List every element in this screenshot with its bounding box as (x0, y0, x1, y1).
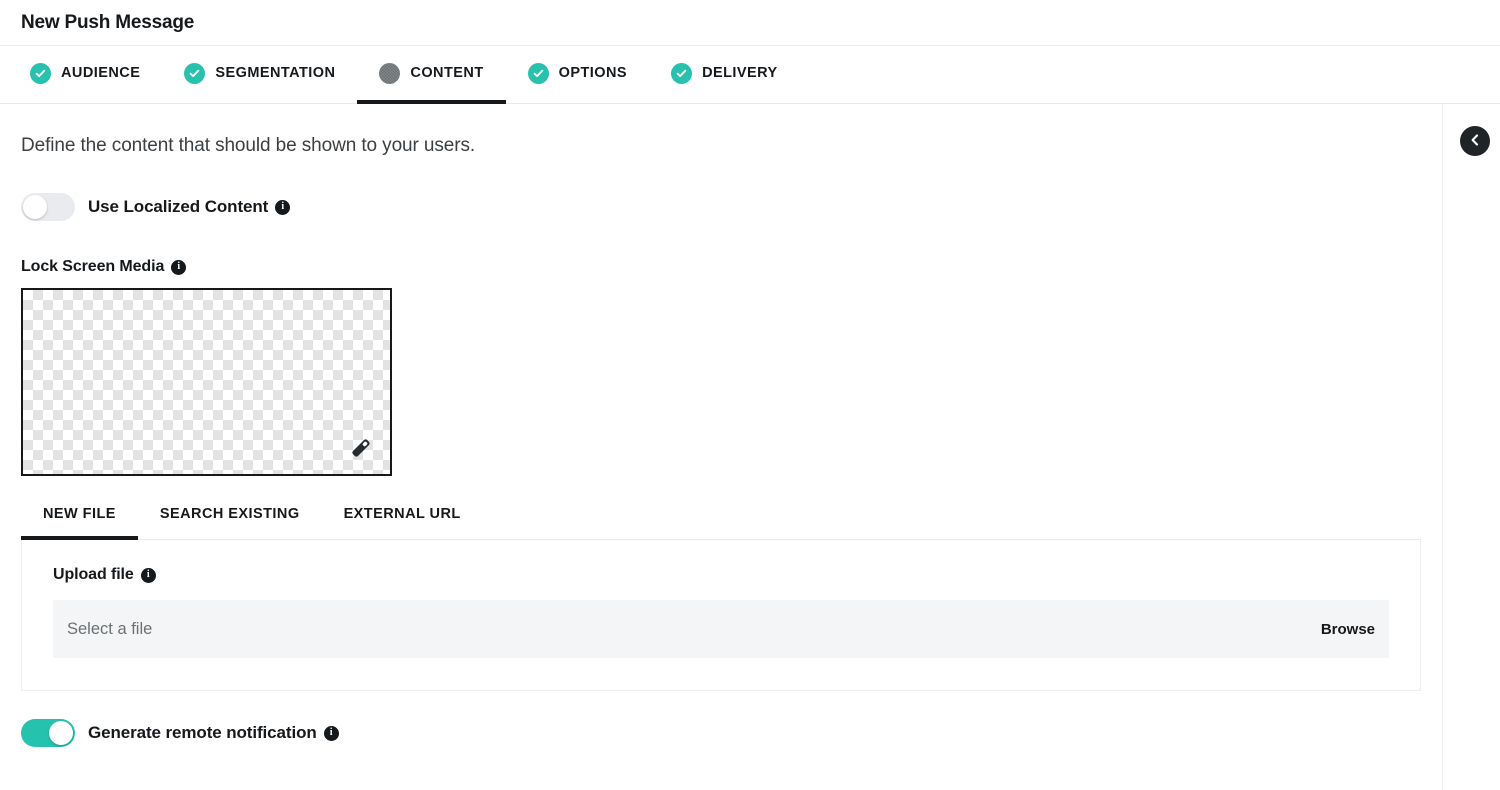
step-tab-segmentation[interactable]: SEGMENTATION (162, 46, 357, 104)
remote-notification-label: Generate remote notification i (88, 723, 339, 743)
browse-button[interactable]: Browse (1321, 621, 1375, 638)
page-title: New Push Message (21, 11, 195, 33)
info-icon[interactable]: i (275, 199, 291, 215)
step-tab-options[interactable]: OPTIONS (506, 46, 649, 104)
current-step-icon (379, 62, 401, 84)
check-circle-icon (30, 62, 51, 84)
lock-screen-media-preview[interactable] (21, 288, 392, 476)
localized-content-row: Use Localized Content i (21, 193, 1421, 221)
wizard-steps: AUDIENCE SEGMENTATION CONTENT OPTIONS DE… (0, 46, 1500, 104)
check-circle-icon (671, 62, 693, 84)
tab-new-file[interactable]: NEW FILE (21, 492, 138, 540)
step-tab-delivery[interactable]: DELIVERY (649, 46, 800, 104)
step-label: SEGMENTATION (215, 65, 336, 81)
upload-file-label: Upload file i (53, 566, 1389, 584)
generate-remote-notification-toggle[interactable] (21, 719, 75, 747)
info-icon[interactable]: i (323, 725, 339, 741)
remote-notification-label-text: Generate remote notification (88, 723, 317, 742)
info-icon[interactable]: i (140, 567, 156, 583)
upload-file-label-text: Upload file (53, 566, 134, 583)
localized-content-label: Use Localized Content i (88, 197, 291, 217)
content-pane: Define the content that should be shown … (0, 104, 1443, 790)
info-icon[interactable]: i (171, 259, 187, 275)
lock-screen-media-label-text: Lock Screen Media (21, 258, 165, 275)
toggle-knob (49, 721, 73, 745)
step-label: DELIVERY (702, 65, 778, 81)
toggle-knob (23, 195, 47, 219)
step-label: CONTENT (410, 65, 484, 81)
localized-content-label-text: Use Localized Content (88, 197, 269, 216)
push-message-wizard: New Push Message AUDIENCE SEGMENTATION C… (0, 0, 1500, 790)
step-tab-audience[interactable]: AUDIENCE (8, 46, 162, 104)
chevron-left-icon (1468, 133, 1482, 150)
step-label: AUDIENCE (61, 65, 141, 81)
lock-screen-media-label: Lock Screen Media i (21, 258, 1421, 276)
use-localized-content-toggle[interactable] (21, 193, 75, 221)
side-panel (1443, 104, 1500, 790)
tab-external-url[interactable]: EXTERNAL URL (322, 492, 483, 540)
content-intro-text: Define the content that should be shown … (21, 135, 476, 156)
step-label: OPTIONS (558, 65, 628, 81)
page-header: New Push Message (0, 0, 1500, 46)
check-circle-icon (184, 62, 206, 84)
file-placeholder-text: Select a file (67, 619, 153, 638)
file-select-field[interactable]: Select a file Browse (53, 600, 1389, 658)
media-source-tabs: NEW FILE SEARCH EXISTING EXTERNAL URL (21, 492, 1421, 540)
collapse-panel-button[interactable] (1460, 126, 1490, 156)
tab-search-existing[interactable]: SEARCH EXISTING (138, 492, 322, 540)
check-circle-icon (527, 62, 549, 84)
upload-file-card: Upload file i Select a file Browse (21, 540, 1421, 691)
wizard-body: Define the content that should be shown … (0, 104, 1500, 790)
step-tab-content[interactable]: CONTENT (357, 46, 506, 104)
pencil-icon[interactable] (346, 433, 376, 463)
remote-notification-row: Generate remote notification i (21, 719, 1421, 747)
